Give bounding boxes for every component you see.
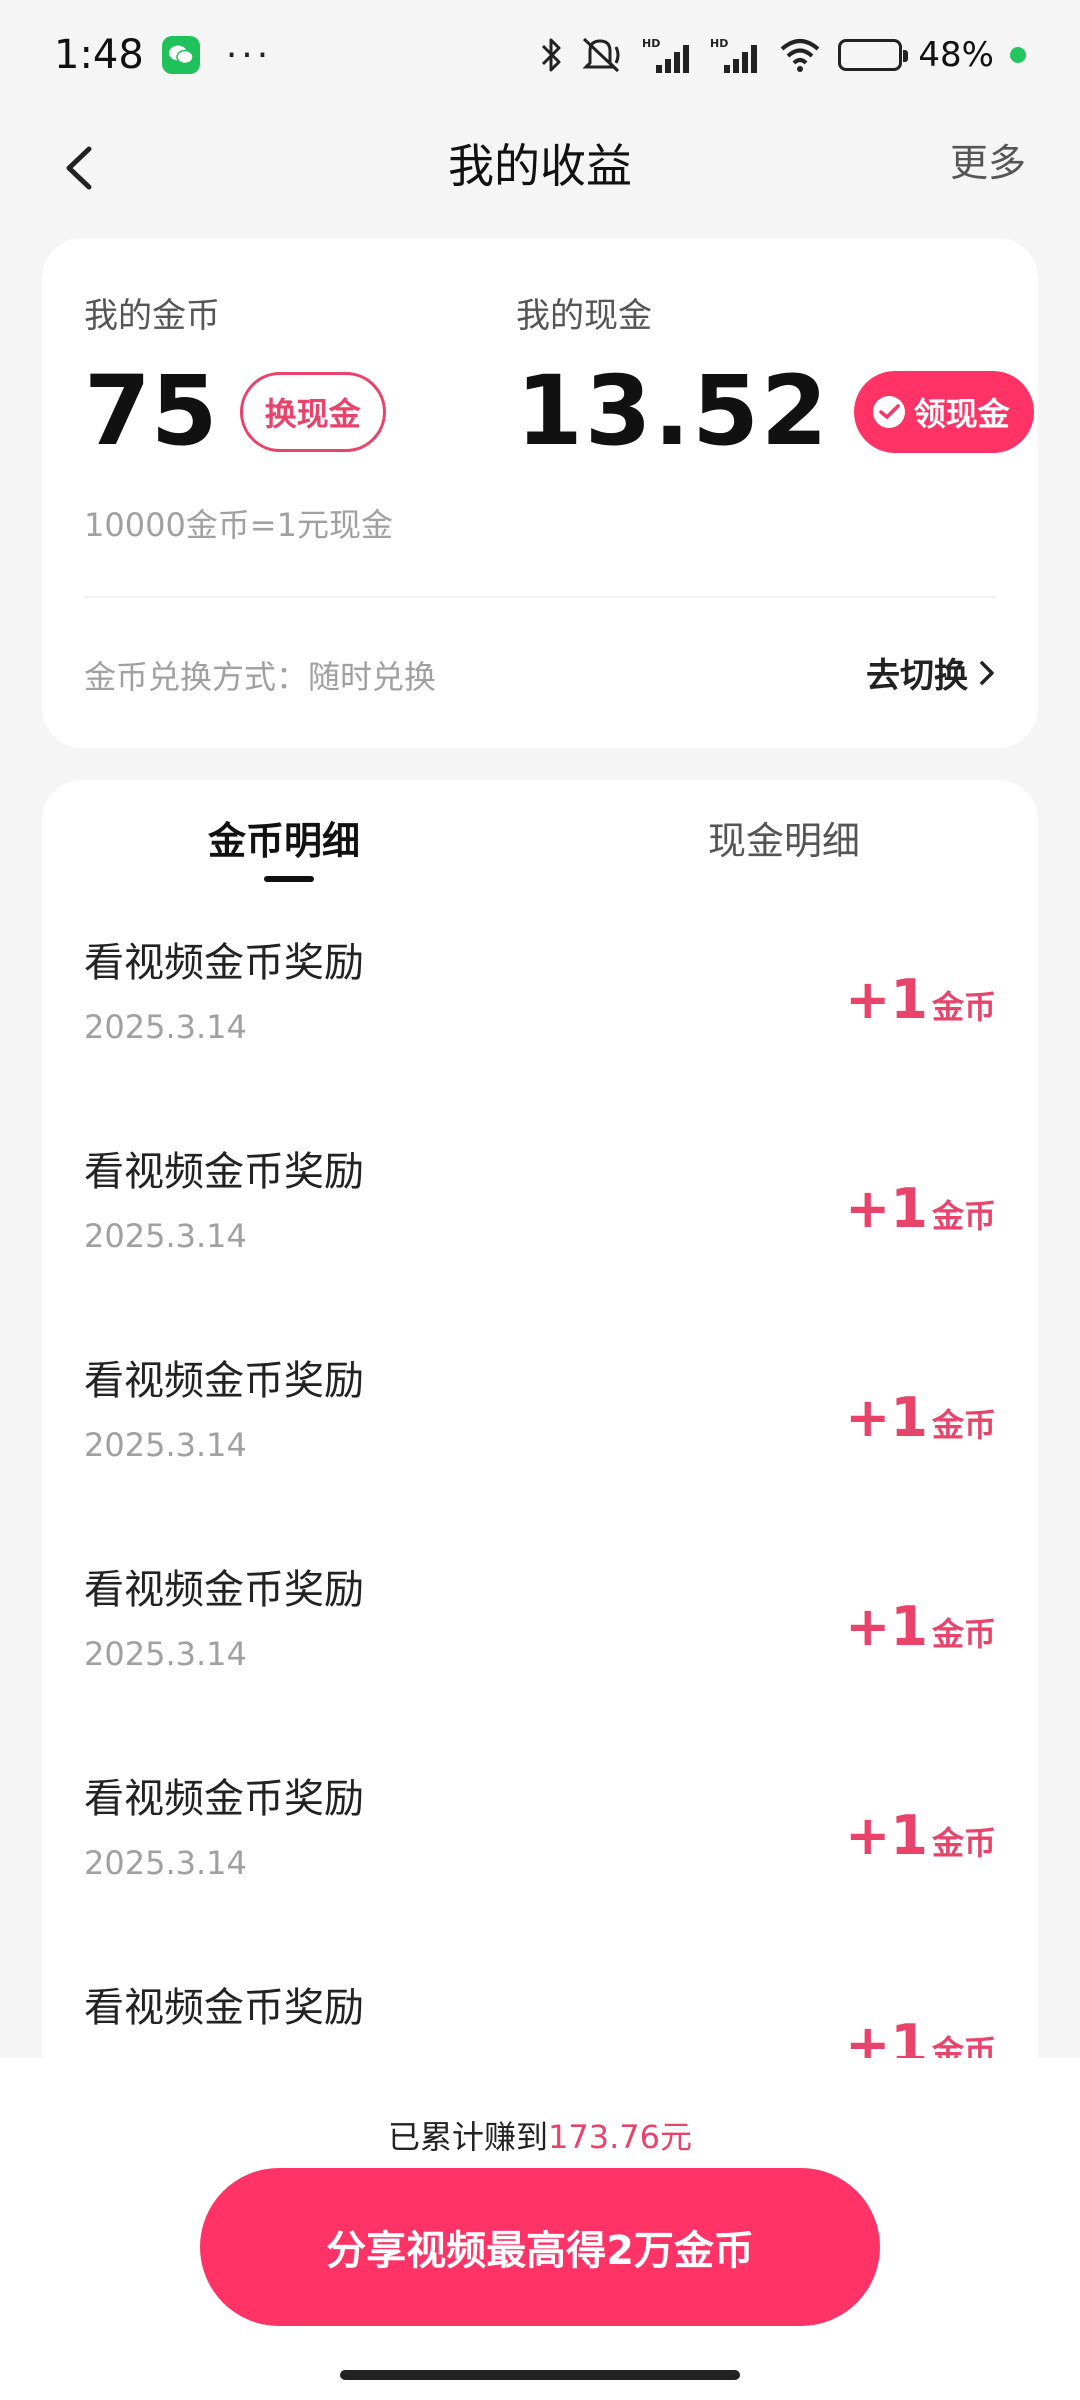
record-amount: +1 金币: [845, 968, 996, 1031]
record-title: 看视频金币奖励: [84, 1567, 364, 1613]
wifi-icon: [778, 37, 822, 73]
tab-cash-details[interactable]: 现金明细: [708, 810, 860, 865]
bottom-bar: 已累计赚到173.76元 分享视频最高得2万金币: [0, 2058, 1080, 2400]
record-amount-value: +1: [845, 1595, 928, 1658]
record-title: 看视频金币奖励: [84, 1985, 364, 2031]
record-amount: +1 金币: [845, 1177, 996, 1240]
record-title: 看视频金币奖励: [84, 940, 364, 986]
signal-icon-2: HD: [710, 35, 762, 75]
signal-icon: HD: [642, 35, 694, 75]
total-earned: 已累计赚到173.76元: [0, 2112, 1080, 2158]
earnings-page: 1:48 ··· HD HD 48% 我的收益 更多 我的金币 75 换现金 我…: [0, 0, 1080, 2400]
record-amount-unit: 金币: [931, 1615, 996, 1653]
record-title: 看视频金币奖励: [84, 1358, 364, 1404]
list-item: 看视频金币奖励 2025.3.14 +1金币: [42, 1517, 1038, 1726]
record-date: 2025.3.14: [84, 1217, 247, 1255]
switch-method-button[interactable]: 去切换: [866, 648, 996, 697]
record-amount: +1 金币: [845, 1804, 996, 1867]
wechat-pay-icon: [872, 395, 905, 428]
exchange-cash-button[interactable]: 换现金: [239, 371, 386, 452]
share-video-button[interactable]: 分享视频最高得2万金币: [200, 2168, 880, 2326]
list-item: 看视频金币奖励 2025.3.14 +1金币: [42, 1308, 1038, 1517]
cash-balance: 我的现金 13.52 领现金: [516, 288, 1034, 465]
chevron-right-icon: [980, 660, 994, 685]
exchange-rate: 10000金币=1元现金: [84, 506, 393, 544]
record-date: 2025.3.14: [84, 1426, 247, 1464]
record-date: 2025.3.14: [84, 1008, 247, 1046]
list-item: 看视频金币奖励 2025.3.14 +1金币: [42, 890, 1038, 1099]
status-icons: HD HD 48%: [540, 35, 1026, 75]
record-title: 看视频金币奖励: [84, 1776, 364, 1822]
record-amount-unit: 金币: [931, 1197, 996, 1235]
divider: [84, 596, 996, 598]
coin-label: 我的金币: [84, 296, 220, 336]
privacy-indicator-dot: [1010, 47, 1026, 63]
mute-bell-icon: [580, 35, 626, 75]
home-indicator[interactable]: [340, 2370, 740, 2380]
withdraw-cash-button[interactable]: 领现金: [853, 370, 1034, 453]
record-amount-value: +1: [845, 1386, 928, 1449]
chevron-left-icon: [66, 146, 92, 190]
record-amount-unit: 金币: [931, 988, 996, 1026]
cash-label: 我的现金: [516, 296, 652, 336]
more-button[interactable]: 更多: [950, 132, 1026, 187]
switch-method-label: 去切换: [866, 656, 968, 696]
balance-card: 我的金币 75 换现金 我的现金 13.52 领现金 10000金币=1元现金 …: [42, 238, 1038, 748]
page-title: 我的收益: [448, 139, 632, 193]
tab-coin-details[interactable]: 金币明细: [208, 810, 360, 865]
list-item: 看视频金币奖励 2025.3.14 +1金币: [42, 1099, 1038, 1308]
withdraw-cash-label: 领现金: [913, 394, 1010, 433]
svg-text:HD: HD: [710, 37, 728, 50]
battery-percentage: 48%: [918, 35, 994, 75]
exchange-method: 金币兑换方式：随时兑换: [84, 658, 437, 696]
wechat-icon: [161, 36, 200, 74]
back-button[interactable]: [48, 138, 108, 198]
status-bar: 1:48 ··· HD HD 48%: [0, 0, 1080, 110]
record-amount-value: +1: [845, 968, 928, 1031]
active-tab-indicator: [264, 876, 314, 882]
total-earned-prefix: 已累计赚到: [388, 2118, 549, 2156]
coin-value: 75: [84, 355, 218, 467]
coin-records-list: 看视频金币奖励 2025.3.14 +1 金币 看视频金币奖励 2025.3.14 +1 金币…: [42, 890, 1038, 2144]
total-earned-value: 173.76元: [548, 2118, 692, 2156]
more-notifications-icon: ···: [225, 34, 273, 76]
record-amount: +1 金币: [845, 1386, 996, 1449]
record-amount-unit: 金币: [931, 1824, 996, 1862]
record-amount-unit: 金币: [931, 1406, 996, 1444]
bluetooth-icon: [540, 36, 564, 74]
cash-value: 13.52: [516, 355, 830, 467]
svg-text:HD: HD: [642, 37, 660, 50]
list-item: 看视频金币奖励 2025.3.14 +1金币: [42, 1726, 1038, 1935]
record-title: 看视频金币奖励: [84, 1149, 364, 1195]
coin-balance: 我的金币 75 换现金: [84, 288, 386, 465]
record-amount-value: +1: [845, 1177, 928, 1240]
record-date: 2025.3.14: [84, 1844, 247, 1882]
record-amount-value: +1: [845, 1804, 928, 1867]
detail-tabs: 金币明细 现金明细: [42, 780, 1038, 890]
status-time: 1:48: [54, 32, 144, 78]
record-date: 2025.3.14: [84, 1635, 247, 1673]
battery-icon: [838, 39, 909, 71]
record-amount: +1 金币: [845, 1595, 996, 1658]
